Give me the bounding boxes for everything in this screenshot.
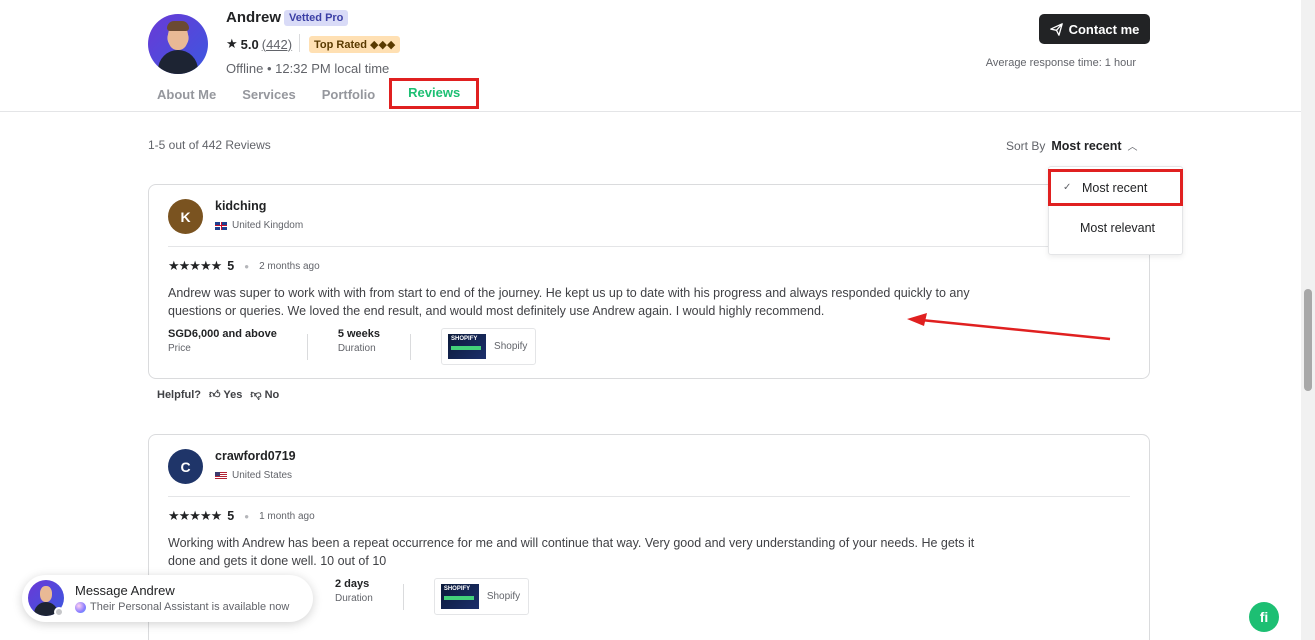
review-card: K kidching United Kingdom ★★★★★ 5 ● 2 mo… bbox=[148, 184, 1150, 379]
assistant-orb-icon bbox=[75, 601, 86, 613]
review-text: Working with Andrew has been a repeat oc… bbox=[168, 536, 975, 568]
sort-by-value[interactable]: Most recent bbox=[1051, 139, 1121, 153]
service-name: Shopify bbox=[486, 591, 521, 602]
reviewer-avatar[interactable]: C bbox=[168, 449, 203, 484]
chevron-up-icon[interactable]: ︿ bbox=[1128, 138, 1138, 153]
sort-option-most-recent[interactable]: ✓ Most recent bbox=[1048, 169, 1183, 206]
reviewer-name[interactable]: crawford0719 bbox=[215, 449, 296, 463]
separator-dot: ● bbox=[244, 511, 250, 521]
service-thumbnail bbox=[440, 584, 479, 609]
review-meta: 2 days Duration Shopify bbox=[335, 578, 530, 615]
seller-header: Andrew Vetted Pro ★ 5.0 (442) Top Rated … bbox=[0, 0, 1301, 112]
divider bbox=[306, 334, 308, 360]
us-flag-icon bbox=[215, 471, 227, 480]
divider bbox=[402, 584, 404, 610]
star-rating-icons: ★★★★★ bbox=[168, 508, 222, 523]
reviewer-country: United States bbox=[215, 470, 292, 481]
seller-name[interactable]: Andrew bbox=[226, 9, 281, 26]
price-label: Price bbox=[168, 343, 191, 354]
sort-by-label: Sort By bbox=[1006, 138, 1046, 153]
seller-avatar[interactable] bbox=[148, 14, 208, 74]
rating-count-link[interactable]: (442) bbox=[262, 37, 292, 52]
separator-dot: ● bbox=[244, 261, 250, 271]
country-label: United States bbox=[232, 470, 293, 481]
duration-label: Duration bbox=[337, 343, 376, 354]
annotation-arrow-icon bbox=[907, 313, 1111, 341]
sort-dropdown: ✓ Most recent Most relevant bbox=[1048, 166, 1183, 255]
message-subtitle: Their Personal Assistant is available no… bbox=[75, 601, 289, 613]
vetted-pro-badge: Vetted Pro bbox=[284, 10, 349, 26]
scrollbar-thumb[interactable] bbox=[1304, 289, 1312, 391]
service-name: Shopify bbox=[494, 341, 528, 352]
yes-label: Yes bbox=[223, 389, 243, 401]
review-score: 5 bbox=[227, 509, 235, 523]
reviewer-avatar[interactable]: K bbox=[168, 199, 203, 234]
review-meta: SGD6,000 and above Price 5 weeks Duratio… bbox=[168, 328, 537, 365]
page-scrollbar[interactable] bbox=[1301, 0, 1315, 640]
review-text: Andrew was super to work with with from … bbox=[168, 286, 970, 318]
review-time: 1 month ago bbox=[259, 510, 315, 522]
duration-value: 5 weeks bbox=[337, 328, 381, 340]
price-value: SGD6,000 and above bbox=[168, 328, 277, 340]
tab-services[interactable]: Services bbox=[233, 80, 305, 109]
thumbs-down-icon: 👎︎ bbox=[250, 389, 262, 401]
assistant-availability: Their Personal Assistant is available no… bbox=[90, 601, 290, 613]
star-icon: ★ bbox=[226, 36, 238, 51]
top-rated-badge: Top Rated ◆◆◆ bbox=[309, 36, 401, 53]
review-score: 5 bbox=[227, 259, 235, 273]
reviewer-country: United Kingdom bbox=[215, 220, 303, 231]
sort-option-most-relevant[interactable]: Most relevant bbox=[1049, 211, 1182, 245]
contact-me-label: Contact me bbox=[1068, 21, 1140, 37]
helpful-no-button[interactable]: 👎︎ No bbox=[250, 388, 279, 401]
duration-value: 2 days bbox=[335, 578, 370, 590]
divider bbox=[168, 246, 1130, 247]
review-rating: ★★★★★ 5 ● 1 month ago bbox=[168, 508, 315, 524]
offline-status-dot bbox=[54, 607, 64, 617]
duration-label: Duration bbox=[335, 593, 373, 604]
reviewer-name[interactable]: kidching bbox=[215, 199, 266, 213]
online-status: Offline • 12:32 PM local time bbox=[226, 61, 390, 76]
sort-option-label: Most recent bbox=[1082, 180, 1148, 195]
send-icon bbox=[1049, 22, 1063, 36]
divider bbox=[168, 496, 1130, 497]
service-chip[interactable]: Shopify bbox=[433, 578, 530, 615]
uk-flag-icon bbox=[215, 221, 227, 230]
profile-tabs: About Me Services Portfolio Reviews bbox=[148, 78, 487, 109]
divider bbox=[410, 334, 412, 360]
helpful-row: Helpful? 👍︎ Yes 👎︎ No bbox=[157, 388, 279, 402]
star-rating-icons: ★★★★★ bbox=[168, 258, 222, 273]
message-seller-widget[interactable]: Message Andrew Their Personal Assistant … bbox=[22, 575, 313, 622]
tab-portfolio[interactable]: Portfolio bbox=[313, 80, 384, 109]
check-icon: ✓ bbox=[1063, 182, 1072, 193]
response-time: Average response time: 1 hour bbox=[985, 57, 1136, 69]
review-time: 2 months ago bbox=[259, 260, 320, 272]
sort-option-label: Most relevant bbox=[1080, 221, 1156, 235]
service-chip[interactable]: Shopify bbox=[441, 328, 537, 365]
fiverr-logo-button[interactable]: fi bbox=[1249, 602, 1279, 632]
service-thumbnail bbox=[448, 334, 487, 359]
seller-rating: ★ 5.0 (442) bbox=[226, 36, 292, 52]
tab-about-me[interactable]: About Me bbox=[148, 80, 225, 109]
message-title: Message Andrew bbox=[75, 583, 175, 598]
helpful-label: Helpful? bbox=[157, 388, 201, 401]
tab-reviews[interactable]: Reviews bbox=[389, 78, 480, 109]
country-label: United Kingdom bbox=[232, 220, 304, 231]
rating-value: 5.0 bbox=[240, 36, 259, 52]
helpful-yes-button[interactable]: 👍︎ Yes bbox=[209, 388, 242, 401]
review-rating: ★★★★★ 5 ● 2 months ago bbox=[168, 258, 320, 274]
thumbs-up-icon: 👍︎ bbox=[209, 389, 221, 401]
no-label: No bbox=[264, 389, 280, 401]
reviews-count: 1-5 out of 442 Reviews bbox=[148, 138, 271, 152]
contact-me-button[interactable]: Contact me bbox=[1039, 14, 1150, 44]
divider bbox=[299, 34, 300, 52]
sort-by-control[interactable]: Sort By Most recent ︿ bbox=[1006, 138, 1138, 154]
